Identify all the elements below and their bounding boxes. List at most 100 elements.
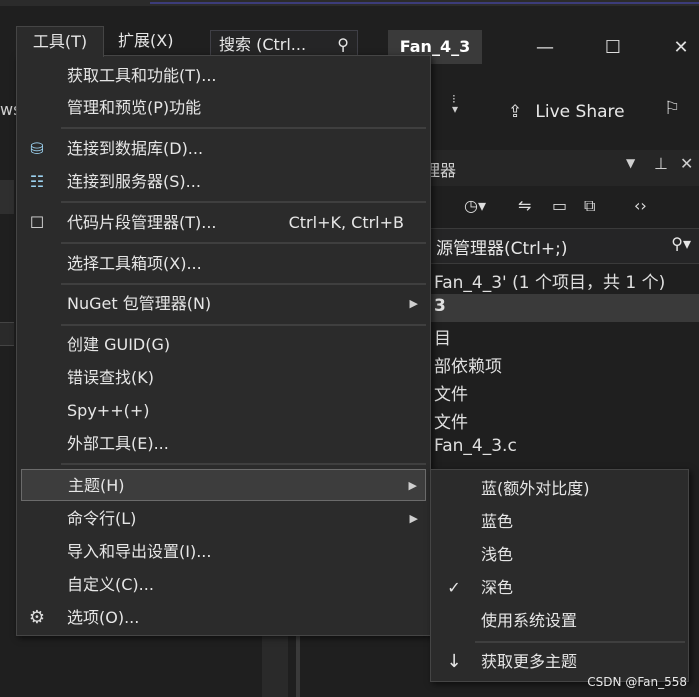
menu-item-connect-server[interactable]: ☷ 连接到服务器(S)... xyxy=(17,166,430,198)
menu-separator xyxy=(475,641,685,643)
menu-item-label: Spy++(+) xyxy=(67,401,150,420)
left-panel-divider xyxy=(0,322,14,346)
chevron-right-icon: ▶ xyxy=(408,479,417,492)
menu-item-snippets[interactable]: ☐ 代码片段管理器(T)... Ctrl+K, Ctrl+B xyxy=(17,207,430,239)
menu-item-label: 蓝(额外对比度) xyxy=(481,479,590,498)
menu-item-cmdline[interactable]: 命令行(L) ▶ xyxy=(17,503,430,535)
checkmark-icon: ✓ xyxy=(447,578,461,597)
menu-separator xyxy=(61,127,426,129)
menu-item-label: 管理和预览(P)功能 xyxy=(67,98,202,117)
menu-separator xyxy=(61,324,426,326)
menu-item-label: 选项(O)... xyxy=(67,608,140,627)
chevron-right-icon: ▶ xyxy=(409,512,418,525)
feedback-icon[interactable]: ⚐ xyxy=(664,98,680,119)
menu-item-label: 深色 xyxy=(481,578,514,597)
sync-icon[interactable]: ⇋ xyxy=(518,196,531,215)
share-icon: ⇪ xyxy=(508,102,523,122)
tree-item[interactable]: Fan_4_3.c xyxy=(434,436,517,456)
search-icon: ⚲▾ xyxy=(671,234,691,253)
server-icon: ☷ xyxy=(29,172,45,191)
menu-item-error-lookup[interactable]: 错误查找(K) xyxy=(17,362,430,394)
shortcut-label: Ctrl+K, Ctrl+B xyxy=(288,213,404,232)
menu-item-connect-db[interactable]: ⛁ 连接到数据库(D)... xyxy=(17,133,430,165)
search-input[interactable]: 搜索 (Ctrl... ⚲ xyxy=(210,30,358,58)
theme-light[interactable]: 浅色 xyxy=(431,539,688,571)
scrollbar[interactable] xyxy=(262,636,288,697)
menu-item-theme[interactable]: 主题(H) ▶ xyxy=(21,469,426,501)
scrollbar-thin[interactable] xyxy=(296,636,300,697)
theme-dark[interactable]: ✓ 深色 xyxy=(431,572,688,604)
solution-search-text: 源管理器(Ctrl+;) xyxy=(436,239,568,259)
accent-bar xyxy=(150,2,699,4)
more-icon[interactable]: ⁝ ▾ xyxy=(452,93,458,115)
tree-item[interactable]: 部依赖项 xyxy=(434,352,502,377)
tree-item-selected[interactable]: 3 xyxy=(424,294,699,322)
maximize-button[interactable]: ☐ xyxy=(598,34,628,62)
left-panel-tab xyxy=(0,180,14,214)
menu-item-nuget[interactable]: NuGet 包管理器(N) ▶ xyxy=(17,288,430,320)
live-share-button[interactable]: ⇪ Live Share xyxy=(508,96,625,128)
tree-item[interactable]: Fan_4_3' (1 个项目，共 1 个) xyxy=(434,268,665,293)
database-plug-icon: ⛁ xyxy=(30,139,44,158)
menu-item-label: NuGet 包管理器(N) xyxy=(67,294,212,313)
menu-item-label: 使用系统设置 xyxy=(481,611,578,630)
menu-item-label: 浅色 xyxy=(481,545,514,564)
menu-item-guid[interactable]: 创建 GUID(G) xyxy=(17,329,430,361)
pin-icon[interactable]: ⊥ xyxy=(654,154,668,173)
live-share-label: Live Share xyxy=(535,102,625,122)
solution-search-box[interactable]: 源管理器(Ctrl+;) ⚲▾ xyxy=(424,228,699,264)
download-arrow-icon: ↓ xyxy=(446,651,462,672)
solution-tree: Fan_4_3' (1 个项目，共 1 个) 3 目 部依赖项 文件 文件 Fa… xyxy=(424,264,699,484)
history-icon[interactable]: ◷▾ xyxy=(464,196,486,215)
menu-separator xyxy=(61,463,426,465)
minimize-button[interactable]: — xyxy=(530,34,560,62)
code-icon[interactable]: ‹› xyxy=(634,196,647,215)
menu-item-label: 创建 GUID(G) xyxy=(67,335,171,354)
close-button[interactable]: ✕ xyxy=(666,34,696,62)
menu-item-toolbox[interactable]: 选择工具箱项(X)... xyxy=(17,248,430,280)
menu-item-manage-preview[interactable]: 管理和预览(P)功能 xyxy=(17,92,430,124)
menu-separator xyxy=(61,201,426,203)
dropdown-icon[interactable]: ▼ xyxy=(626,156,635,170)
menu-item-import-export[interactable]: 导入和导出设置(I)... xyxy=(17,536,430,568)
title-accent-line xyxy=(0,0,699,6)
close-panel-icon[interactable]: ✕ xyxy=(680,154,693,173)
tree-item[interactable]: 文件 xyxy=(434,380,468,405)
menu-item-spy[interactable]: Spy++(+) xyxy=(17,395,430,427)
menu-item-label: 获取工具和功能(T)... xyxy=(67,66,217,85)
collapse-icon[interactable]: ▭ xyxy=(552,196,567,215)
solution-explorer-header: 理器 ▼ ⊥ ✕ xyxy=(424,150,699,186)
menu-item-options[interactable]: ⚙ 选项(O)... xyxy=(17,602,430,634)
menu-separator xyxy=(61,242,426,244)
menu-tools[interactable]: 工具(T) xyxy=(16,26,104,57)
menu-item-label: 主题(H) xyxy=(68,476,125,495)
menu-item-get-tools[interactable]: 获取工具和功能(T)... xyxy=(17,60,430,92)
search-text: 搜索 (Ctrl... xyxy=(219,35,307,54)
chevron-right-icon: ▶ xyxy=(409,297,418,310)
menu-item-label: 选择工具箱项(X)... xyxy=(67,254,202,273)
menu-item-external-tools[interactable]: 外部工具(E)... xyxy=(17,428,430,460)
theme-blue-contrast[interactable]: 蓝(额外对比度) xyxy=(431,473,688,505)
menu-item-label: 代码片段管理器(T)... xyxy=(67,213,217,232)
menu-item-label: 命令行(L) xyxy=(67,509,137,528)
copy-icon[interactable]: ⧉ xyxy=(584,196,595,216)
menu-item-label: 蓝色 xyxy=(481,512,514,531)
menu-item-label: 导入和导出设置(I)... xyxy=(67,542,212,561)
gear-icon: ⚙ xyxy=(28,607,46,628)
theme-get-more[interactable]: ↓ 获取更多主题 xyxy=(431,646,688,678)
tree-item[interactable]: 文件 xyxy=(434,408,468,433)
menu-item-label: 获取更多主题 xyxy=(481,652,578,671)
menu-item-label: 外部工具(E)... xyxy=(67,434,169,453)
watermark: CSDN @Fan_558 xyxy=(587,675,687,689)
snippet-icon: ☐ xyxy=(29,213,45,232)
menu-item-label: 自定义(C)... xyxy=(67,575,154,594)
solution-explorer-toolbar: ◷▾ ⇋ ▭ ⧉ ‹› xyxy=(424,186,699,228)
theme-blue[interactable]: 蓝色 xyxy=(431,506,688,538)
menu-extensions[interactable]: 扩展(X) xyxy=(118,26,173,56)
tree-item[interactable]: 目 xyxy=(434,324,451,349)
tools-dropdown-menu: 获取工具和功能(T)... 管理和预览(P)功能 ⛁ 连接到数据库(D)... ☷… xyxy=(16,55,431,636)
menu-item-label: 连接到服务器(S)... xyxy=(67,172,201,191)
menu-item-label: 错误查找(K) xyxy=(67,368,154,387)
theme-system[interactable]: 使用系统设置 xyxy=(431,605,688,637)
menu-item-customize[interactable]: 自定义(C)... xyxy=(17,569,430,601)
